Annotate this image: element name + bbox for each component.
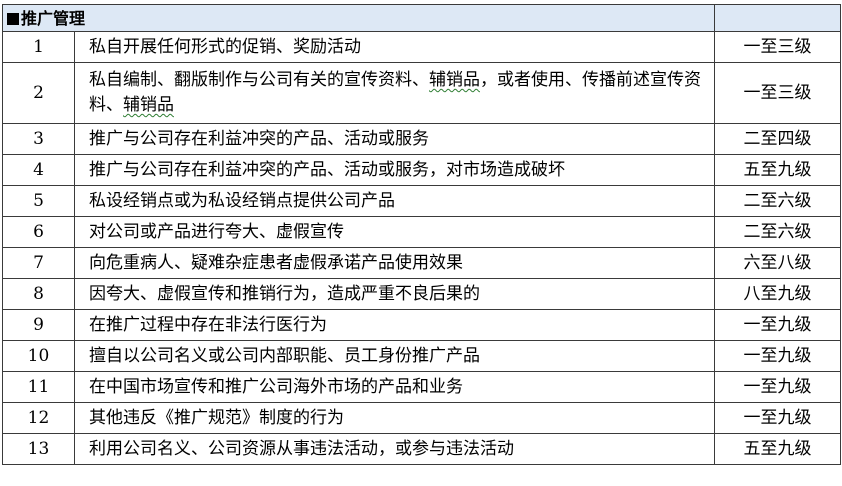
row-number: 6 <box>2 216 75 248</box>
row-description: 其他违反《推广规范》制度的行为 <box>73 402 716 434</box>
row-level: 一至九级 <box>714 309 842 341</box>
row-level: 一至九级 <box>714 402 842 434</box>
row-number: 9 <box>2 309 75 341</box>
table-row: 1 私自开展任何形式的促销、奖励活动 一至三级 <box>2 31 842 63</box>
row-description: 推广与公司存在利益冲突的产品、活动或服务 <box>73 123 716 155</box>
row-level: 五至九级 <box>714 154 842 186</box>
row-number: 1 <box>2 31 75 63</box>
row-level: 一至九级 <box>714 371 842 403</box>
table-row: 13 利用公司名义、公司资源从事违法活动，或参与违法活动 五至九级 <box>2 433 842 465</box>
table-row: 4 推广与公司存在利益冲突的产品、活动或服务，对市场造成破坏 五至九级 <box>2 154 842 186</box>
section-header: 推广管理 <box>1 4 716 32</box>
row-number: 7 <box>2 247 75 279</box>
row-level: 五至九级 <box>714 433 842 465</box>
row-level: 二至四级 <box>714 123 842 155</box>
table-row: 10 擅自以公司名义或公司内部职能、员工身份推广产品 一至九级 <box>2 340 842 372</box>
row-number: 11 <box>2 371 75 403</box>
row-description: 在推广过程中存在非法行医行为 <box>73 309 716 341</box>
table-row: 6 对公司或产品进行夸大、虚假宣传 二至六级 <box>2 216 842 248</box>
table-row: 3 推广与公司存在利益冲突的产品、活动或服务 二至四级 <box>2 123 842 155</box>
row-number: 12 <box>2 402 75 434</box>
row-description: 在中国市场宣传和推广公司海外市场的产品和业务 <box>73 371 716 403</box>
table-row: 5 私设经销点或为私设经销点提供公司产品 二至六级 <box>2 185 842 217</box>
table-row: 12 其他违反《推广规范》制度的行为 一至九级 <box>2 402 842 434</box>
row-number: 8 <box>2 278 75 310</box>
row-number: 10 <box>2 340 75 372</box>
row-description: 擅自以公司名义或公司内部职能、员工身份推广产品 <box>73 340 716 372</box>
row-description: 私设经销点或为私设经销点提供公司产品 <box>73 185 716 217</box>
row-description: 因夸大、虚假宣传和推销行为，造成严重不良后果的 <box>73 278 716 310</box>
row-description: 对公司或产品进行夸大、虚假宣传 <box>73 216 716 248</box>
row-description: 推广与公司存在利益冲突的产品、活动或服务，对市场造成破坏 <box>73 154 716 186</box>
row-level: 一至九级 <box>714 340 842 372</box>
section-header-empty-cell <box>714 4 842 32</box>
row-level: 二至六级 <box>714 185 842 217</box>
row-description: 利用公司名义、公司资源从事违法活动，或参与违法活动 <box>73 433 716 465</box>
row-description: 私自编制、翻版制作与公司有关的宣传资料、辅销品，或者使用、传播前述宣传资料、辅销… <box>73 62 716 124</box>
table-row: 8 因夸大、虚假宣传和推销行为，造成严重不良后果的 八至九级 <box>2 278 842 310</box>
section-title: 推广管理 <box>21 8 86 28</box>
row-level: 一至三级 <box>714 31 842 63</box>
row-description-part-underlined: 辅销品 <box>123 95 174 115</box>
row-number: 2 <box>2 62 75 124</box>
row-level: 二至六级 <box>714 216 842 248</box>
row-level: 八至九级 <box>714 278 842 310</box>
row-description-part: 私自编制、翻版制作与公司有关的宣传资料、 <box>89 70 429 90</box>
row-number: 4 <box>2 154 75 186</box>
row-number: 3 <box>2 123 75 155</box>
table-row: 9 在推广过程中存在非法行医行为 一至九级 <box>2 309 842 341</box>
row-description: 向危重病人、疑难杂症患者虚假承诺产品使用效果 <box>73 247 716 279</box>
penalty-table: 推广管理 1 私自开展任何形式的促销、奖励活动 一至三级 2 私自编制、翻版制作… <box>1 4 842 465</box>
row-description: 私自开展任何形式的促销、奖励活动 <box>73 31 716 63</box>
table-row: 11 在中国市场宣传和推广公司海外市场的产品和业务 一至九级 <box>2 371 842 403</box>
row-description-part-underlined: 辅销品 <box>429 70 480 90</box>
table-row: 2 私自编制、翻版制作与公司有关的宣传资料、辅销品，或者使用、传播前述宣传资料、… <box>2 62 842 124</box>
row-level: 一至三级 <box>714 62 842 124</box>
black-square-icon <box>7 12 19 25</box>
row-number: 13 <box>2 433 75 465</box>
row-number: 5 <box>2 185 75 217</box>
table-row: 7 向危重病人、疑难杂症患者虚假承诺产品使用效果 六至八级 <box>2 247 842 279</box>
row-level: 六至八级 <box>714 247 842 279</box>
section-header-row: 推广管理 <box>1 4 842 32</box>
document-page: 推广管理 1 私自开展任何形式的促销、奖励活动 一至三级 2 私自编制、翻版制作… <box>0 0 842 486</box>
